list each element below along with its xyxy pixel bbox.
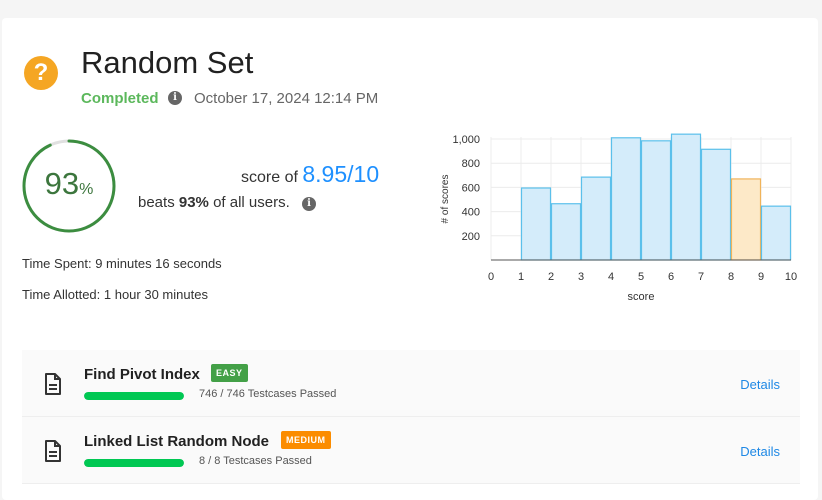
histogram-bar bbox=[670, 133, 702, 261]
chart-bars bbox=[520, 133, 792, 261]
document-icon bbox=[45, 373, 61, 395]
histogram-bar bbox=[580, 176, 612, 261]
x-tick-label: 7 bbox=[698, 271, 704, 283]
completion-date: October 17, 2024 12:14 PM bbox=[194, 90, 379, 107]
y-axis-label: # of scores bbox=[440, 175, 451, 224]
score-value: 8.95/10 bbox=[302, 161, 380, 187]
page-title: Random Set bbox=[81, 45, 254, 80]
histogram-bar bbox=[640, 140, 672, 261]
y-tick-label: 200 bbox=[462, 231, 480, 243]
beats-value: 93% bbox=[178, 194, 209, 211]
beats-suffix: of all users. bbox=[213, 194, 290, 211]
difficulty-badge: EASY bbox=[211, 364, 248, 382]
x-tick-label: 9 bbox=[758, 271, 764, 283]
details-link[interactable]: Details bbox=[740, 377, 780, 392]
histogram-bar bbox=[520, 187, 552, 261]
score-distribution-chart: 200 400 600 800 1,000 0 1 2 3 4 5 6 7 8 9 10 # of score… bbox=[440, 133, 797, 303]
testcase-progress-bar bbox=[84, 392, 184, 400]
document-icon bbox=[45, 440, 61, 462]
x-tick-label: 4 bbox=[608, 271, 614, 283]
histogram-bar bbox=[760, 205, 792, 261]
x-tick-label: 2 bbox=[548, 271, 554, 283]
question-row: Find Pivot Index EASY 746 / 746 Testcase… bbox=[22, 350, 800, 417]
x-tick-label: 8 bbox=[728, 271, 734, 283]
beats-prefix: beats bbox=[138, 194, 175, 211]
details-link[interactable]: Details bbox=[740, 444, 780, 459]
x-tick-label: 10 bbox=[785, 271, 797, 283]
x-tick-label: 6 bbox=[668, 271, 674, 283]
question-title[interactable]: Find Pivot Index bbox=[84, 366, 200, 383]
x-tick-label: 3 bbox=[578, 271, 584, 283]
beats-info-icon[interactable]: i bbox=[302, 197, 316, 211]
percentile-sign: % bbox=[79, 181, 94, 198]
testcase-progress-bar bbox=[84, 459, 184, 467]
percentile-number: 93 bbox=[44, 166, 80, 201]
score-line: score of 8.95/10 bbox=[241, 161, 379, 188]
question-row: Linked List Random Node MEDIUM 8 / 8 Tes… bbox=[22, 417, 800, 484]
question-icon: ? bbox=[24, 56, 58, 90]
histogram-bar bbox=[700, 148, 732, 261]
testcases-passed: 746 / 746 Testcases Passed bbox=[199, 388, 337, 400]
y-tick-label: 1,000 bbox=[452, 134, 480, 146]
question-title[interactable]: Linked List Random Node bbox=[84, 433, 269, 450]
y-tick-label: 400 bbox=[462, 207, 480, 219]
x-tick-label: 1 bbox=[518, 271, 524, 283]
histogram-bar bbox=[610, 137, 642, 261]
difficulty-badge: MEDIUM bbox=[281, 431, 331, 449]
y-tick-label: 800 bbox=[462, 158, 480, 170]
time-spent: Time Spent: 9 minutes 16 seconds bbox=[22, 256, 222, 271]
percentile-value: 93% bbox=[20, 166, 118, 202]
info-icon[interactable]: i bbox=[168, 91, 182, 105]
testcases-passed: 8 / 8 Testcases Passed bbox=[199, 455, 312, 467]
status-label: Completed bbox=[81, 90, 159, 107]
y-tick-label: 600 bbox=[462, 182, 480, 194]
question-list: Find Pivot Index EASY 746 / 746 Testcase… bbox=[22, 350, 800, 484]
progress-fill bbox=[84, 392, 184, 400]
time-allotted: Time Allotted: 1 hour 30 minutes bbox=[22, 287, 208, 302]
histogram-bar-highlight bbox=[730, 178, 762, 261]
x-axis-label: score bbox=[628, 291, 655, 303]
score-prefix: score of bbox=[241, 169, 298, 186]
beats-line: beats 93% of all users. bbox=[138, 194, 290, 211]
x-tick-label: 5 bbox=[638, 271, 644, 283]
progress-fill bbox=[84, 459, 184, 467]
x-tick-label: 0 bbox=[488, 271, 494, 283]
histogram-bar bbox=[550, 203, 582, 261]
